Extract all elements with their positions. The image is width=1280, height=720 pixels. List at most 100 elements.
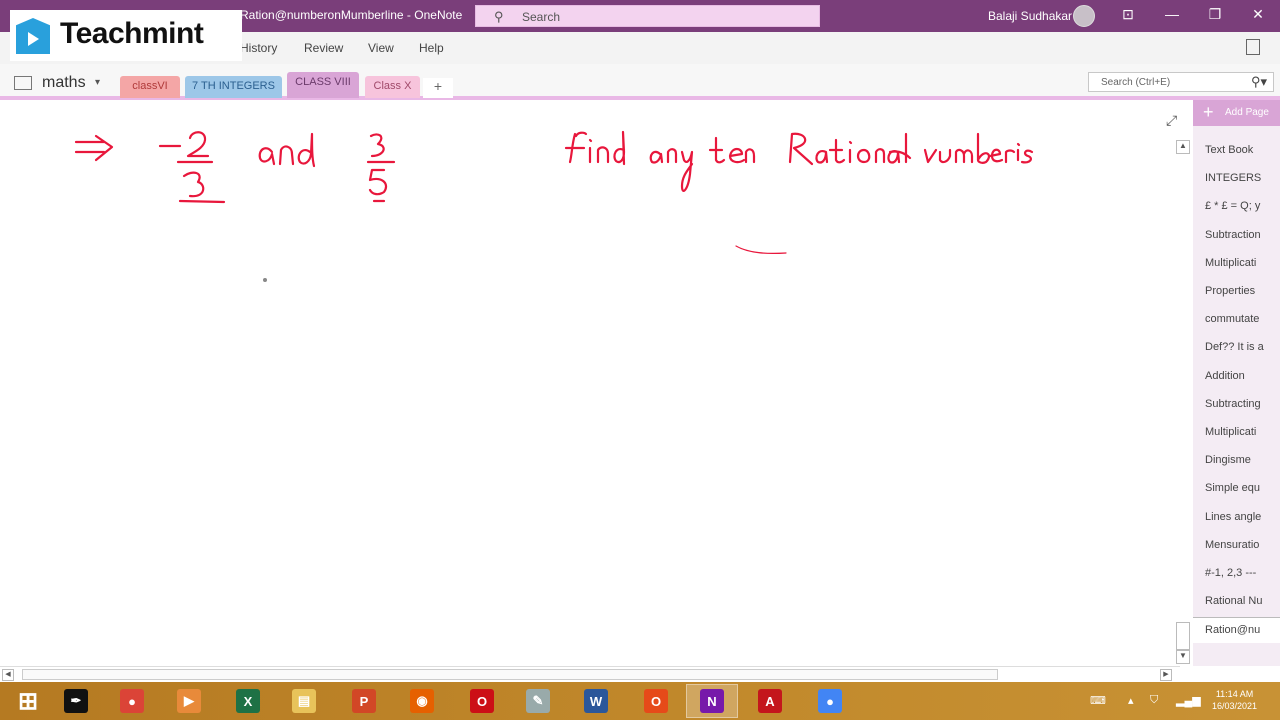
- tab-label: 7 TH INTEGERS: [192, 80, 275, 92]
- section-bar: maths ▾ classVI 7 TH INTEGERS CLASS VIII…: [0, 64, 1280, 100]
- powerpoint-icon: P: [352, 689, 376, 713]
- pen-app-icon: ✒: [64, 689, 88, 713]
- scroll-thumb[interactable]: [1176, 622, 1190, 650]
- add-page-button[interactable]: + Add Page: [1193, 100, 1280, 126]
- page-item[interactable]: Dingisme: [1205, 454, 1280, 466]
- taskbar-chrome[interactable]: ●: [106, 684, 158, 718]
- windows-start-icon: ⊞: [17, 687, 39, 715]
- brand-name: Teachmint: [60, 17, 204, 50]
- tab-classvi[interactable]: classVI: [120, 76, 180, 98]
- taskbar-office[interactable]: O: [630, 684, 682, 718]
- ink-fraction-three-fifths: [366, 133, 396, 203]
- page-item[interactable]: Multiplicati: [1205, 426, 1280, 438]
- chrome-2-icon: ●: [818, 689, 842, 713]
- network-icon[interactable]: ▂▄▆: [1176, 694, 1201, 707]
- ribbon-display-options-button[interactable]: ⊡: [1113, 6, 1143, 23]
- page-item[interactable]: Rational Nu: [1205, 595, 1280, 607]
- ink-instruction-text: [564, 130, 1034, 192]
- show-hidden-icons-icon[interactable]: ▴: [1128, 694, 1134, 707]
- menu-history[interactable]: History: [240, 41, 277, 55]
- page-item[interactable]: Multiplicati: [1205, 257, 1280, 269]
- acrobat-icon: A: [758, 689, 782, 713]
- search-placeholder: Search: [522, 10, 561, 24]
- sticky-note-icon[interactable]: [1246, 39, 1260, 55]
- scroll-thumb[interactable]: [22, 669, 998, 680]
- tab-label: Class X: [373, 80, 412, 92]
- keyboard-icon[interactable]: ⌨: [1090, 694, 1106, 707]
- add-section-button[interactable]: +: [423, 78, 453, 98]
- taskbar-firefox[interactable]: ◉: [396, 684, 448, 718]
- page-item[interactable]: Subtraction: [1205, 229, 1280, 241]
- page-item[interactable]: Mensuratio: [1205, 539, 1280, 551]
- ink-layer: [74, 130, 1034, 282]
- page-item[interactable]: Def?? It is a: [1205, 341, 1280, 353]
- taskbar: ⊞ ✒ ● ▶ X ▤ P ◉ O ✎ W O N A ● ⌨ ▴ ⛉ ▂▄▆: [0, 682, 1280, 720]
- page-item[interactable]: #-1, 2,3 ---: [1205, 567, 1280, 579]
- ink-fraction-negative-two-thirds: [158, 131, 226, 204]
- system-clock[interactable]: 11:14 AM 16/03/2021: [1212, 688, 1257, 712]
- taskbar-windows-start[interactable]: ⊞: [2, 684, 54, 718]
- clock-time: 11:14 AM: [1215, 689, 1254, 699]
- note-canvas[interactable]: [0, 104, 1180, 666]
- scroll-right-button[interactable]: ▶: [1160, 669, 1172, 681]
- scroll-up-button[interactable]: ▲: [1176, 140, 1190, 154]
- security-icon[interactable]: ⛉: [1150, 694, 1158, 707]
- media-player-icon: ▶: [177, 689, 201, 713]
- avatar[interactable]: [1073, 5, 1095, 27]
- search-icon[interactable]: ⚲▾: [1251, 74, 1267, 90]
- notebook-name[interactable]: maths: [42, 74, 86, 92]
- close-button[interactable]: ✕: [1243, 6, 1273, 23]
- taskbar-acrobat[interactable]: A: [744, 684, 796, 718]
- tab-7th-integers[interactable]: 7 TH INTEGERS: [185, 76, 282, 98]
- chevron-down-icon[interactable]: ▾: [95, 77, 100, 88]
- ink-word-and: [258, 132, 316, 168]
- page-item[interactable]: £ * £ = Q; y: [1205, 200, 1280, 212]
- word-icon: W: [584, 689, 608, 713]
- taskbar-chrome-2[interactable]: ●: [804, 684, 856, 718]
- page-list-pane: + Add Page Text Book INTEGERS £ * £ = Q; y…: [1193, 100, 1280, 666]
- taskbar-file-explorer[interactable]: ▤: [278, 684, 330, 718]
- page-item[interactable]: INTEGERS: [1205, 172, 1280, 184]
- page-item[interactable]: Text Book: [1205, 144, 1280, 156]
- taskbar-media-player[interactable]: ▶: [163, 684, 215, 718]
- expand-icon[interactable]: ⤢: [1166, 112, 1177, 129]
- page-item[interactable]: commutate: [1205, 313, 1280, 325]
- tab-label: CLASS VIII: [295, 76, 351, 88]
- page-item[interactable]: Properties: [1205, 285, 1280, 297]
- page-item[interactable]: Simple equ: [1205, 482, 1280, 494]
- user-name[interactable]: Balaji Sudhakar: [988, 9, 1072, 23]
- vertical-scrollbar[interactable]: ▲ ▼: [1176, 140, 1190, 664]
- taskbar-onenote[interactable]: N: [686, 684, 738, 718]
- firefox-icon: ◉: [410, 689, 434, 713]
- notebook-search-input[interactable]: Search (Ctrl+E) ⚲▾: [1088, 72, 1274, 92]
- tell-me-search[interactable]: ⚲ Search: [475, 5, 820, 27]
- chrome-icon: ●: [120, 689, 144, 713]
- scroll-down-button[interactable]: ▼: [1176, 650, 1190, 664]
- menu-help[interactable]: Help: [419, 41, 444, 55]
- page-item[interactable]: Ration@nu: [1193, 617, 1280, 644]
- horizontal-scrollbar[interactable]: ◀ ▶: [0, 666, 1180, 682]
- file-explorer-icon: ▤: [292, 689, 316, 713]
- minimize-button[interactable]: —: [1157, 6, 1187, 22]
- taskbar-word[interactable]: W: [570, 684, 622, 718]
- tab-class-x[interactable]: Class X: [365, 76, 420, 98]
- search-icon: ⚲: [494, 9, 504, 24]
- ink-implies-arrow: [74, 134, 114, 162]
- page-item[interactable]: Lines angle: [1205, 511, 1280, 523]
- taskbar-pen-app[interactable]: ✒: [50, 684, 102, 718]
- tab-label: classVI: [132, 80, 168, 92]
- taskbar-powerpoint[interactable]: P: [338, 684, 390, 718]
- notebook-icon[interactable]: [14, 76, 32, 90]
- taskbar-opera[interactable]: O: [456, 684, 508, 718]
- taskbar-paint[interactable]: ✎: [512, 684, 564, 718]
- taskbar-excel[interactable]: X: [222, 684, 274, 718]
- restore-button[interactable]: ❐: [1200, 6, 1230, 23]
- menu-view[interactable]: View: [368, 41, 394, 55]
- page-item[interactable]: Subtracting: [1205, 398, 1280, 410]
- cursor-dot: [263, 278, 267, 282]
- menu-review[interactable]: Review: [304, 41, 343, 55]
- scroll-left-button[interactable]: ◀: [2, 669, 14, 681]
- page-item[interactable]: Addition: [1205, 370, 1280, 382]
- tab-class-viii[interactable]: CLASS VIII: [287, 72, 359, 98]
- clock-date: 16/03/2021: [1212, 701, 1258, 711]
